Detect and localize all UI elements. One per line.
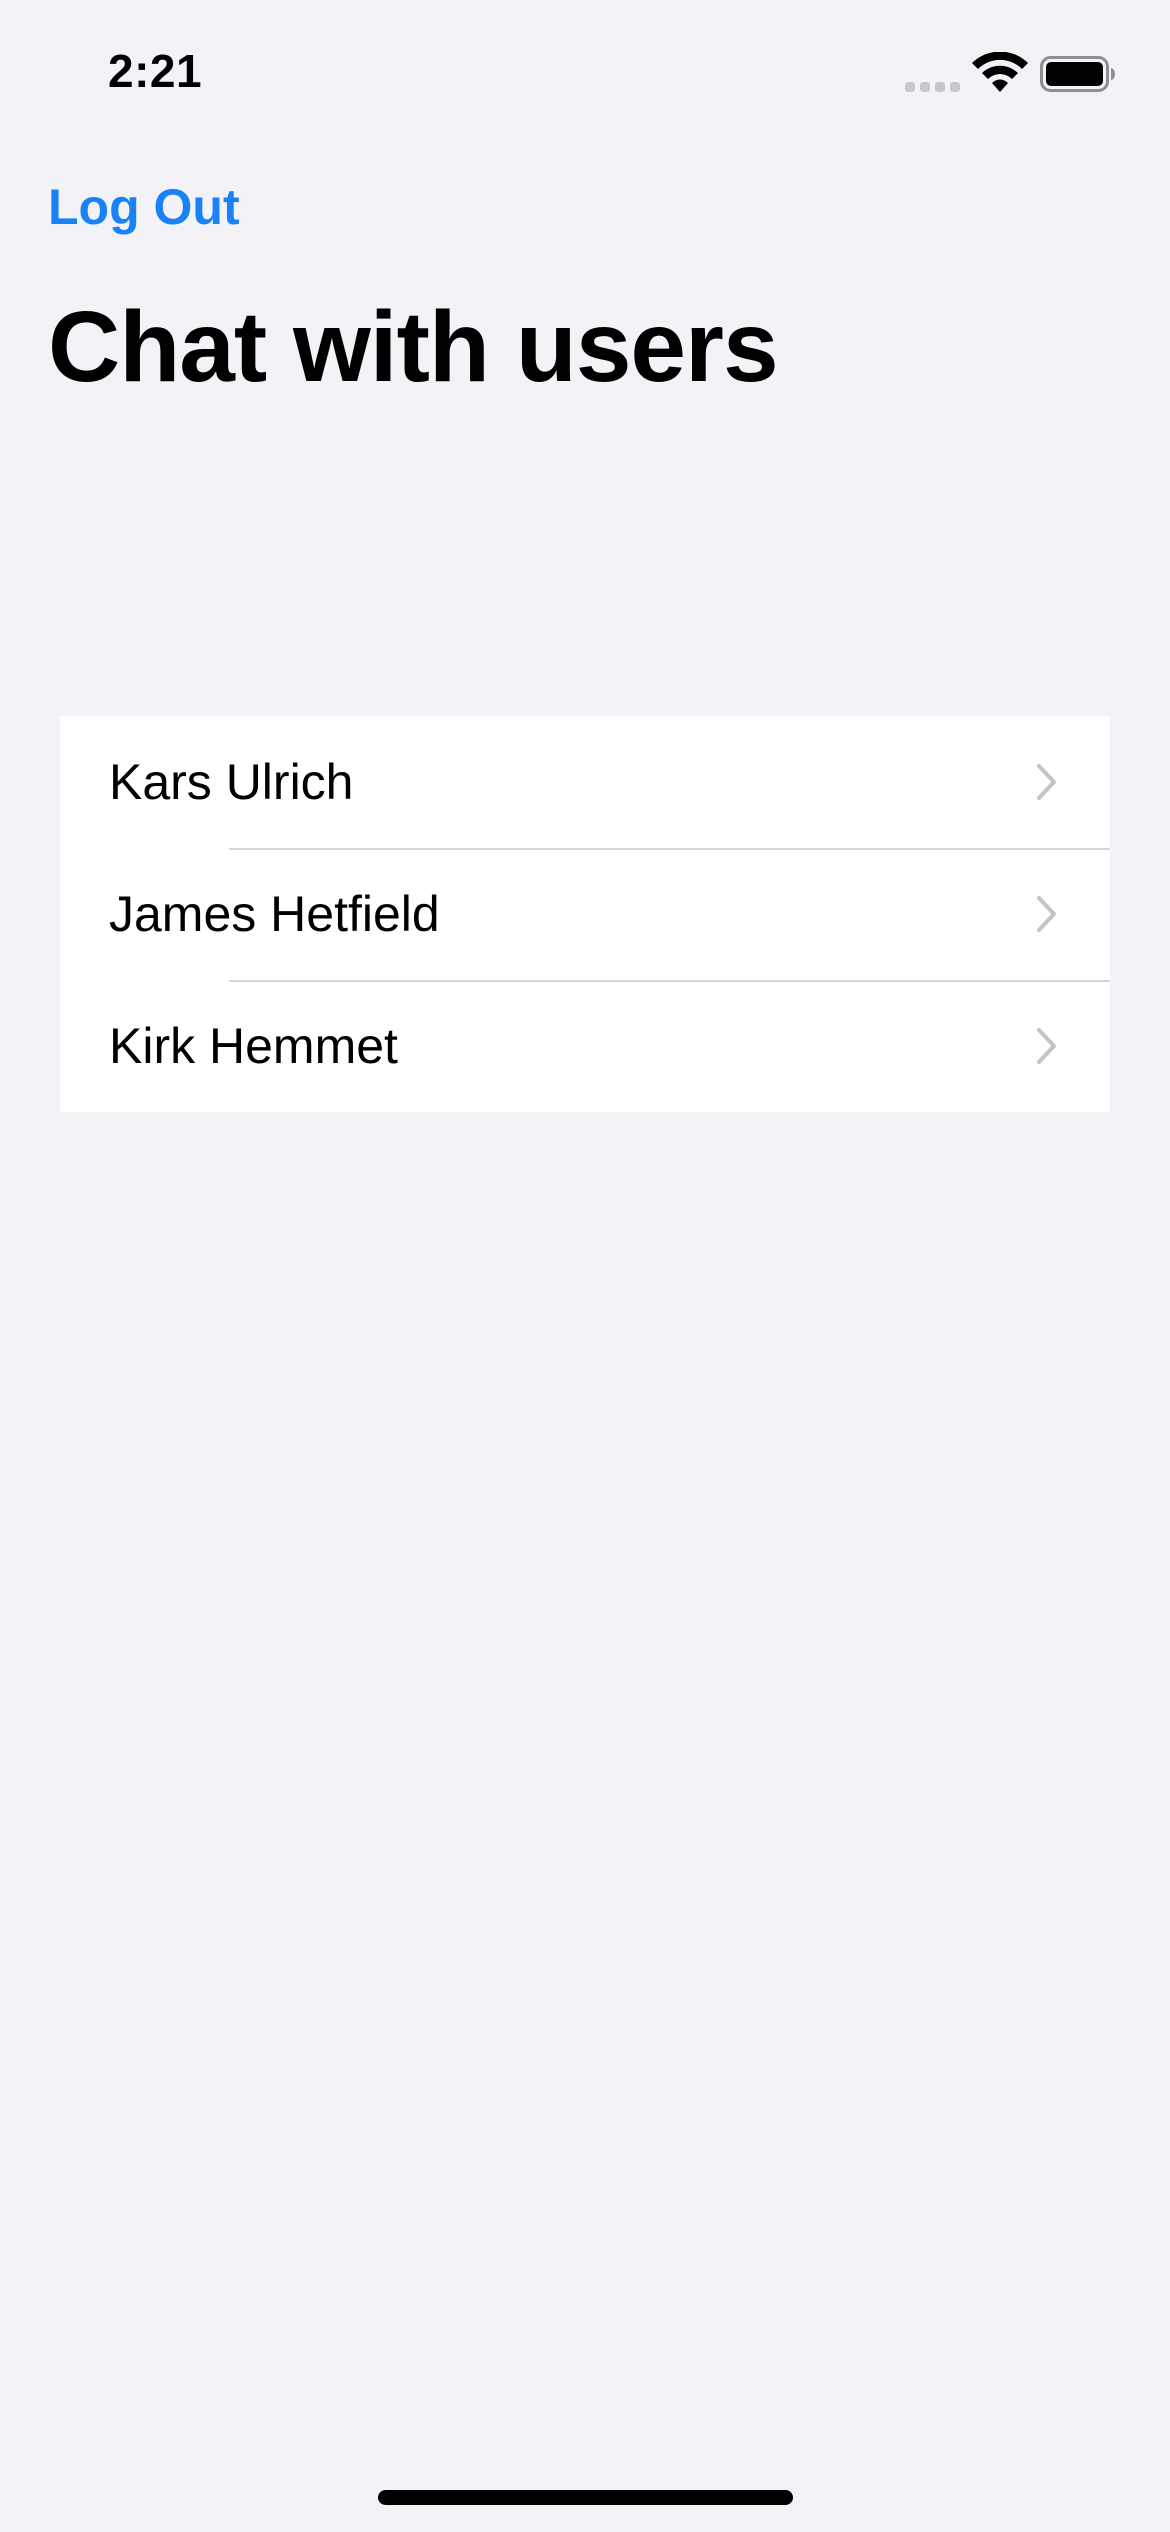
chevron-right-icon <box>1037 764 1056 800</box>
user-name: James Hetfield <box>109 886 440 942</box>
page-title: Chat with users <box>48 291 779 403</box>
logout-button[interactable]: Log Out <box>48 178 240 236</box>
home-indicator[interactable] <box>378 2490 793 2505</box>
user-row-james-hetfield[interactable]: James Hetfield <box>60 848 1110 980</box>
user-row-kars-ulrich[interactable]: Kars Ulrich <box>60 716 1110 848</box>
status-time: 2:21 <box>108 45 203 97</box>
wifi-icon <box>972 52 1028 92</box>
chevron-right-icon <box>1037 896 1056 932</box>
signal-icon <box>905 82 960 92</box>
user-name: Kirk Hemmet <box>109 1018 398 1074</box>
user-row-kirk-hemmet[interactable]: Kirk Hemmet <box>60 980 1110 1112</box>
status-bar: 2:21 <box>0 0 1170 150</box>
user-list: Kars Ulrich James Hetfield Kirk Hemmet <box>60 716 1110 1112</box>
user-name: Kars Ulrich <box>109 754 354 810</box>
chevron-right-icon <box>1037 1028 1056 1064</box>
battery-icon <box>1040 56 1115 92</box>
